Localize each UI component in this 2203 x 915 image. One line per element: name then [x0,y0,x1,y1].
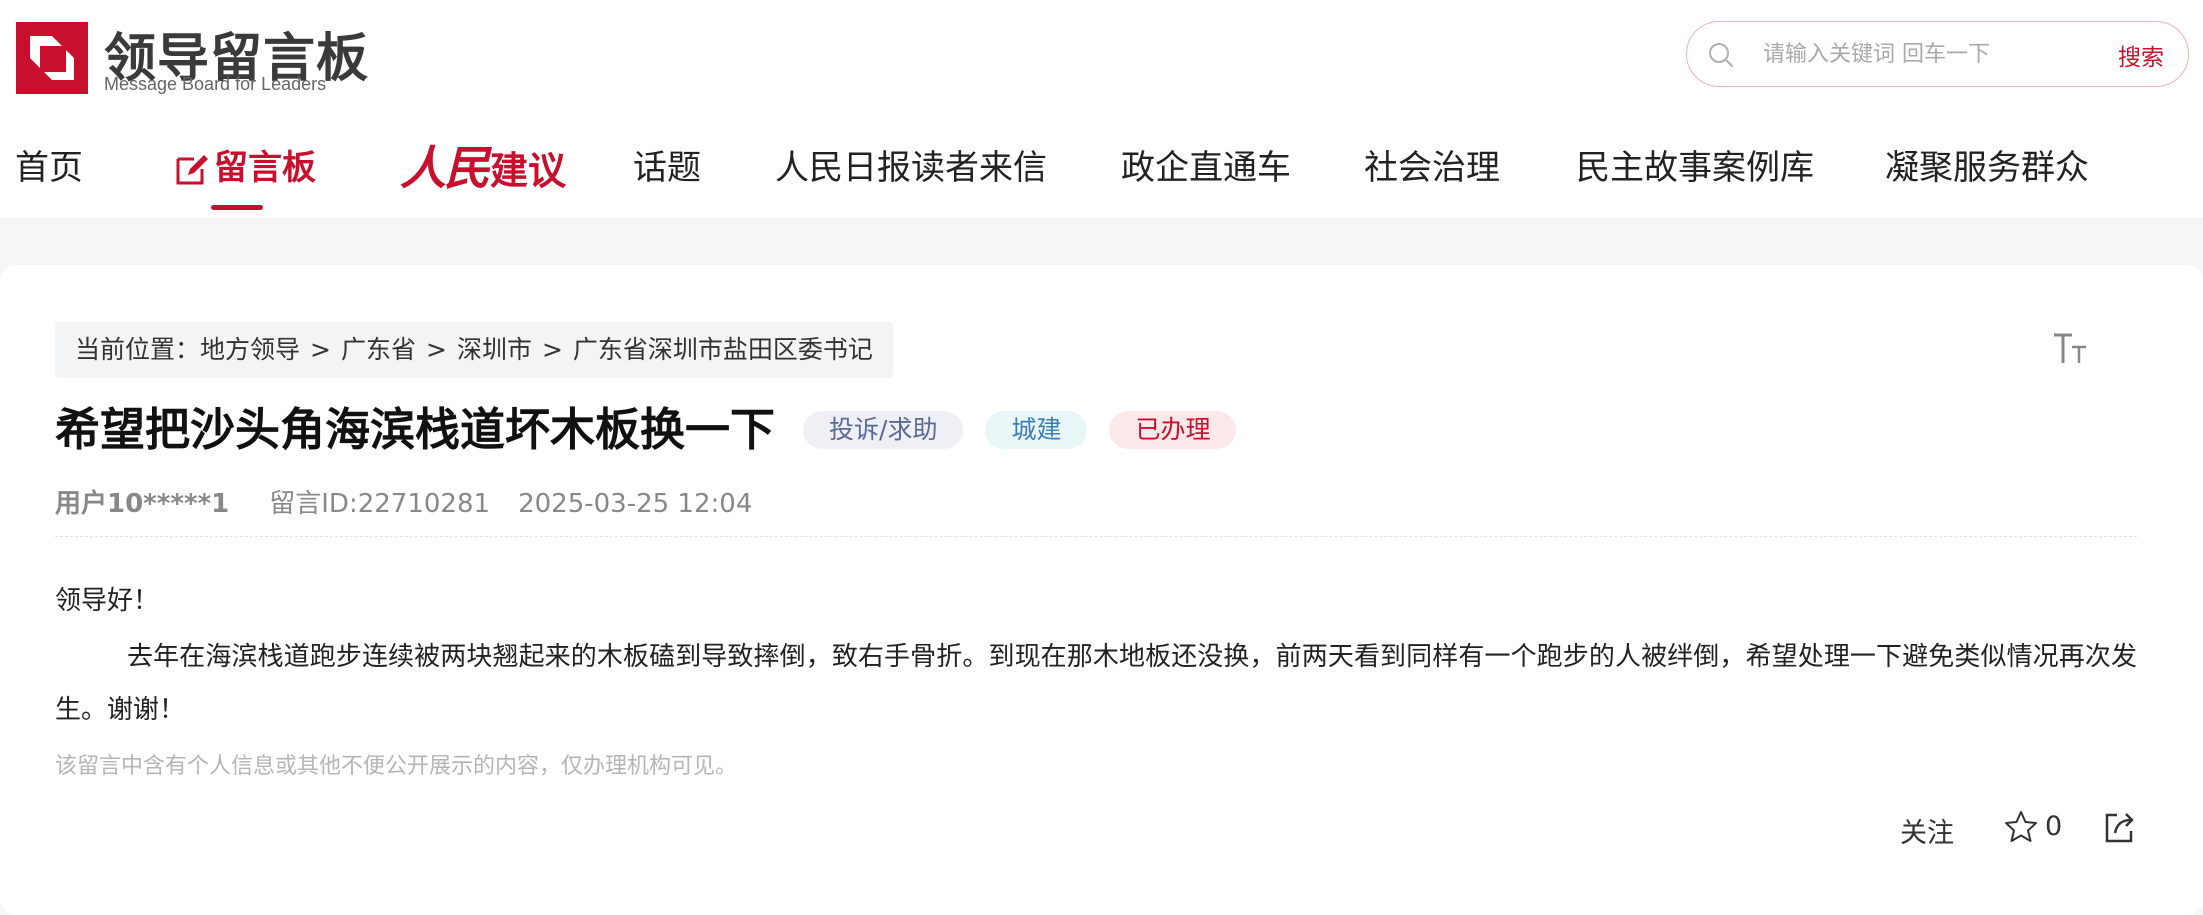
breadcrumb-item-current[interactable]: 广东省深圳市盐田区委书记 [573,335,873,364]
nav-gov-enterprise[interactable]: 政企直通车 [1121,140,1291,196]
message-id: 留言ID:22710281 [269,489,491,519]
nav-active-indicator [211,205,263,210]
message-user: 用户10*****1 [55,489,230,519]
breadcrumb-item[interactable]: 广东省 [341,335,416,364]
privacy-notice: 该留言中含有个人信息或其他不便公开展示的内容，仅办理机构可见。 [55,754,738,779]
nav-serve-people[interactable]: 凝聚服务群众 [1885,140,2089,196]
breadcrumb-item[interactable]: 深圳市 [457,335,532,364]
nav-people-logo: 人民 [400,141,490,195]
nav-readers-letters[interactable]: 人民日报读者来信 [775,140,1047,196]
main-nav: 首页 留言板 人民建议 话题 人民日报读者来信 政企直通车 社会治理 民主故事案… [0,140,2203,200]
nav-topics[interactable]: 话题 [633,140,701,196]
search-box: 搜索 [1686,21,2189,87]
site-logo[interactable]: 领导留言板 Message Board for Leaders [16,20,368,96]
title-row: 希望把沙头角海滨栈道坏木板换一下 投诉/求助 城建 已办理 [55,395,1237,465]
like-count: 0 [2045,811,2063,842]
logo-mark-icon [16,22,88,94]
logo-subtitle: Message Board for Leaders [104,74,327,94]
edit-icon [176,154,208,184]
star-icon[interactable] [2003,809,2039,845]
breadcrumb-item[interactable]: 地方领导 [200,335,300,364]
breadcrumb-separator: > [541,335,563,364]
share-icon[interactable] [2101,809,2137,845]
nav-message-board[interactable]: 留言板 [172,140,316,196]
nav-home[interactable]: 首页 [15,140,83,196]
breadcrumb: 当前位置：地方领导 > 广东省 > 深圳市 > 广东省深圳市盐田区委书记 [55,322,893,378]
search-icon[interactable] [1707,41,1735,69]
nav-democracy-stories[interactable]: 民主故事案例库 [1576,140,1814,196]
breadcrumb-separator: > [310,335,331,364]
search-button[interactable]: 搜索 [2118,38,2164,72]
type-tag: 投诉/求助 [803,411,964,449]
message-body: 去年在海滨栈道跑步连续被两块翘起来的木板磕到导致摔倒，致右手骨折。到现在那木地板… [55,642,2137,725]
message-card: 当前位置：地方领导 > 广东省 > 深圳市 > 广东省深圳市盐田区委书记 希望把沙头角海滨栈… [0,265,2203,915]
message-meta: 用户10*****1 留言ID:22710281 2025-03-25 12:04 [55,483,752,520]
nav-suggestion-label: 建议 [490,148,567,193]
nav-people-suggestion[interactable]: 人民建议 [400,140,566,199]
top-header: 领导留言板 Message Board for Leaders 搜索 首页 留言… [0,0,2203,218]
breadcrumb-separator: > [426,335,447,364]
nav-message-board-label: 留言板 [214,148,316,188]
message-greeting: 领导好！ [55,586,160,616]
category-tag: 城建 [985,411,1088,449]
nav-social-governance[interactable]: 社会治理 [1364,140,1500,196]
message-title: 希望把沙头角海滨栈道坏木板换一下 [55,403,776,456]
divider [55,536,2137,537]
message-datetime: 2025-03-25 12:04 [518,489,753,519]
breadcrumb-prefix: 当前位置： [75,335,201,364]
follow-button[interactable]: 关注 [1900,811,1954,850]
status-badge: 已办理 [1109,411,1237,449]
font-size-icon[interactable] [2052,331,2092,367]
search-input[interactable] [1763,34,2063,74]
